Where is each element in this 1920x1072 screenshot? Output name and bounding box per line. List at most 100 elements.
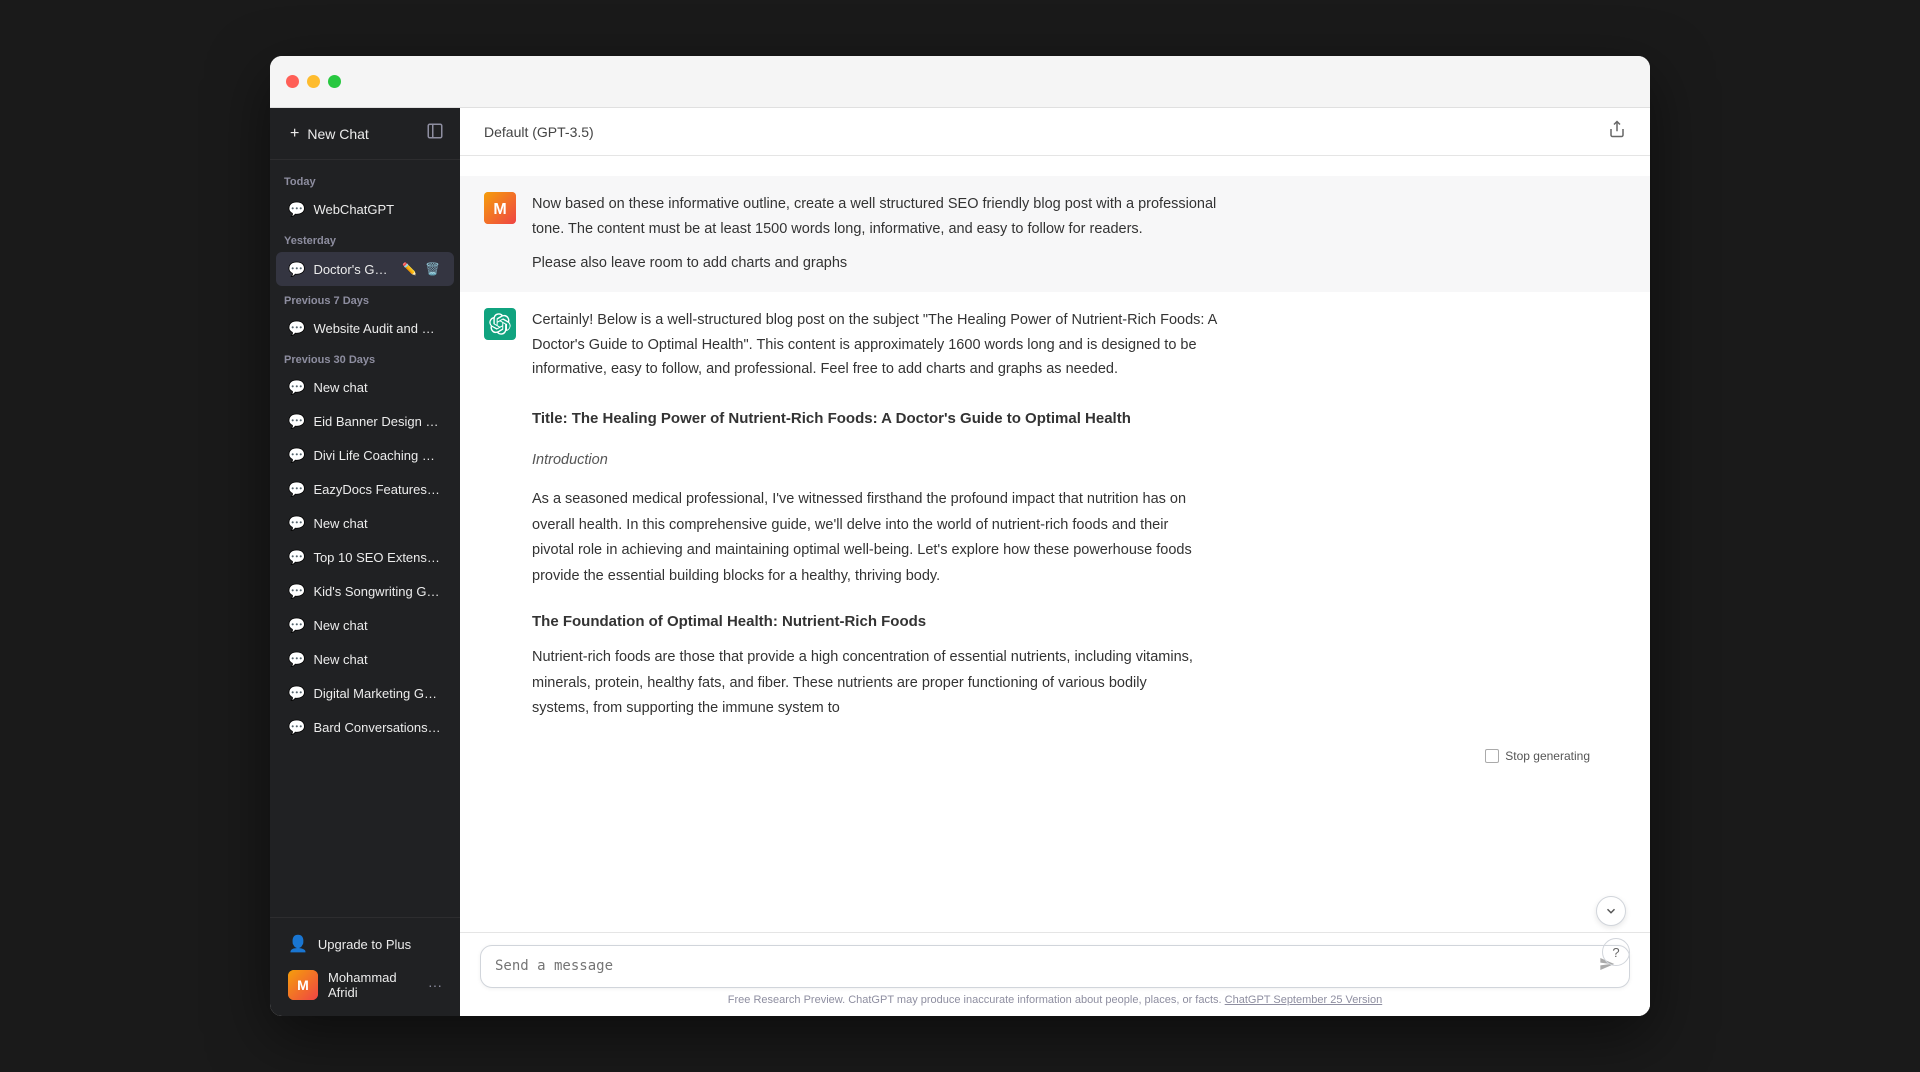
assistant-message-content: Certainly! Below is a well-structured bl… <box>532 308 1232 382</box>
scroll-to-bottom-button[interactable] <box>1596 896 1626 926</box>
chat-icon: 💬 <box>288 719 305 736</box>
sidebar-item-top-seo[interactable]: 💬 Top 10 SEO Extensions <box>276 541 454 574</box>
sidebar-item-label: New chat <box>313 652 442 667</box>
user-menu-button[interactable]: M Mohammad Afridi ··· <box>278 962 452 1008</box>
sidebar-item-new-chat-3[interactable]: 💬 New chat <box>276 609 454 642</box>
traffic-lights <box>286 75 341 88</box>
close-button[interactable] <box>286 75 299 88</box>
more-options-icon: ··· <box>428 977 442 993</box>
chat-icon: 💬 <box>288 379 305 396</box>
chat-icon: 💬 <box>288 685 305 702</box>
user-name-label: Mohammad Afridi <box>328 970 418 1000</box>
main-content: Default (GPT-3.5) <box>460 108 1650 1016</box>
upgrade-icon: 👤 <box>288 934 308 954</box>
sidebar-item-label: EazyDocs Features Video <box>313 482 442 497</box>
sidebar-header: + New Chat <box>270 108 460 160</box>
chat-header: Default (GPT-3.5) <box>460 108 1650 156</box>
disclaimer-link[interactable]: ChatGPT September 25 Version <box>1225 994 1383 1006</box>
titlebar <box>270 56 1650 108</box>
sidebar-footer: 👤 Upgrade to Plus <box>270 917 460 1016</box>
section-prev7: Previous 7 Days <box>270 287 460 311</box>
chat-messages: M Now based on these informative outline… <box>460 156 1650 932</box>
sidebar-item-label: Kid's Songwriting Guide <box>313 584 442 599</box>
chat-icon: 💬 <box>288 515 305 532</box>
avatar: M <box>288 970 318 1000</box>
new-chat-label: New Chat <box>307 126 368 142</box>
input-area: Free Research Preview. ChatGPT may produ… <box>460 932 1650 1016</box>
minimize-button[interactable] <box>307 75 320 88</box>
section-prev30: Previous 30 Days <box>270 346 460 370</box>
user-message-text: Now based on these informative outline, … <box>532 192 1232 241</box>
blog-intro-text: As a seasoned medical professional, I've… <box>532 487 1196 589</box>
sidebar-item-label: WebChatGPT <box>313 202 442 217</box>
svg-text:M: M <box>493 201 506 218</box>
sidebar-item-label: Doctor's Guide to Heal... <box>313 262 392 277</box>
chat-icon: 💬 <box>288 651 305 668</box>
edit-button[interactable]: ✏️ <box>400 260 419 278</box>
message-user: M Now based on these informative outline… <box>460 176 1650 292</box>
sidebar-item-kids-song[interactable]: 💬 Kid's Songwriting Guide <box>276 575 454 608</box>
blog-section1-title: The Foundation of Optimal Health: Nutrie… <box>532 609 1196 635</box>
upgrade-button[interactable]: 👤 Upgrade to Plus <box>278 926 452 962</box>
sidebar-item-bard-conversations[interactable]: 💬 Bard Conversations in Google... <box>276 711 454 744</box>
sidebar-item-new-chat-2[interactable]: 💬 New chat <box>276 507 454 540</box>
sidebar-item-doctors-guide[interactable]: 💬 Doctor's Guide to Heal... ✏️ 🗑️ <box>276 252 454 286</box>
chat-icon: 💬 <box>288 261 305 278</box>
chat-item-actions: ✏️ 🗑️ <box>400 260 442 278</box>
upgrade-label: Upgrade to Plus <box>318 937 411 952</box>
stop-generating-label[interactable]: Stop generating <box>1505 749 1590 763</box>
chat-icon: 💬 <box>288 413 305 430</box>
input-row <box>480 945 1630 988</box>
sidebar-toggle-button[interactable] <box>422 118 448 149</box>
share-button[interactable] <box>1608 120 1626 143</box>
sidebar-item-webchatgpt[interactable]: 💬 WebChatGPT <box>276 193 454 226</box>
new-chat-button[interactable]: + New Chat <box>282 119 422 149</box>
plus-icon: + <box>290 125 299 143</box>
model-selector[interactable]: Default (GPT-3.5) <box>484 124 594 140</box>
chat-icon: 💬 <box>288 617 305 634</box>
gpt-avatar <box>484 308 516 340</box>
maximize-button[interactable] <box>328 75 341 88</box>
sidebar-item-new-chat-1[interactable]: 💬 New chat <box>276 371 454 404</box>
disclaimer: Free Research Preview. ChatGPT may produ… <box>480 988 1630 1010</box>
blog-intro: Introduction <box>532 448 1196 473</box>
sidebar-item-label: Top 10 SEO Extensions <box>313 550 442 565</box>
sidebar-item-website-audit[interactable]: 💬 Website Audit and Optimizati... <box>276 312 454 345</box>
section-yesterday: Yesterday <box>270 227 460 251</box>
sidebar-item-label: New chat <box>313 380 442 395</box>
sidebar-item-label: Digital Marketing Guide for St... <box>313 686 442 701</box>
blog-content: Title: The Healing Power of Nutrient-Ric… <box>460 406 1220 750</box>
sidebar-item-divi-life[interactable]: 💬 Divi Life Coaching Website <box>276 439 454 472</box>
disclaimer-text: Free Research Preview. ChatGPT may produ… <box>728 994 1225 1006</box>
sidebar-item-label: Eid Banner Design Prompts <box>313 414 442 429</box>
sidebar-item-label: New chat <box>313 618 442 633</box>
sidebar-item-eid-banner[interactable]: 💬 Eid Banner Design Prompts <box>276 405 454 438</box>
sidebar-item-new-chat-4[interactable]: 💬 New chat <box>276 643 454 676</box>
user-message-content: Now based on these informative outline, … <box>532 192 1232 276</box>
chat-icon: 💬 <box>288 549 305 566</box>
stop-generating-row: Stop generating <box>460 749 1650 773</box>
chat-icon: 💬 <box>288 481 305 498</box>
sidebar-item-label: Divi Life Coaching Website <box>313 448 442 463</box>
stop-generating-checkbox[interactable] <box>1485 749 1499 763</box>
sidebar-item-label: Bard Conversations in Google... <box>313 720 442 735</box>
sidebar-item-eazydocs[interactable]: 💬 EazyDocs Features Video <box>276 473 454 506</box>
app-window: + New Chat Today 💬 WebChatGPT <box>270 56 1650 1016</box>
user-message-text-2: Please also leave room to add charts and… <box>532 251 1232 276</box>
blog-section1-text: Nutrient-rich foods are those that provi… <box>532 645 1196 721</box>
chat-icon: 💬 <box>288 447 305 464</box>
chat-icon: 💬 <box>288 583 305 600</box>
chat-icon: 💬 <box>288 320 305 337</box>
assistant-intro-text: Certainly! Below is a well-structured bl… <box>532 308 1232 382</box>
section-today: Today <box>270 168 460 192</box>
sidebar-item-label: New chat <box>313 516 442 531</box>
blog-title: Title: The Healing Power of Nutrient-Ric… <box>532 406 1196 432</box>
message-assistant: Certainly! Below is a well-structured bl… <box>460 292 1650 398</box>
delete-button[interactable]: 🗑️ <box>423 260 442 278</box>
sidebar-item-digital-marketing[interactable]: 💬 Digital Marketing Guide for St... <box>276 677 454 710</box>
sidebar-item-label: Website Audit and Optimizati... <box>313 321 442 336</box>
chat-icon: 💬 <box>288 201 305 218</box>
user-avatar: M <box>484 192 516 224</box>
help-button[interactable]: ? <box>1602 938 1630 966</box>
message-input[interactable] <box>495 956 1589 977</box>
